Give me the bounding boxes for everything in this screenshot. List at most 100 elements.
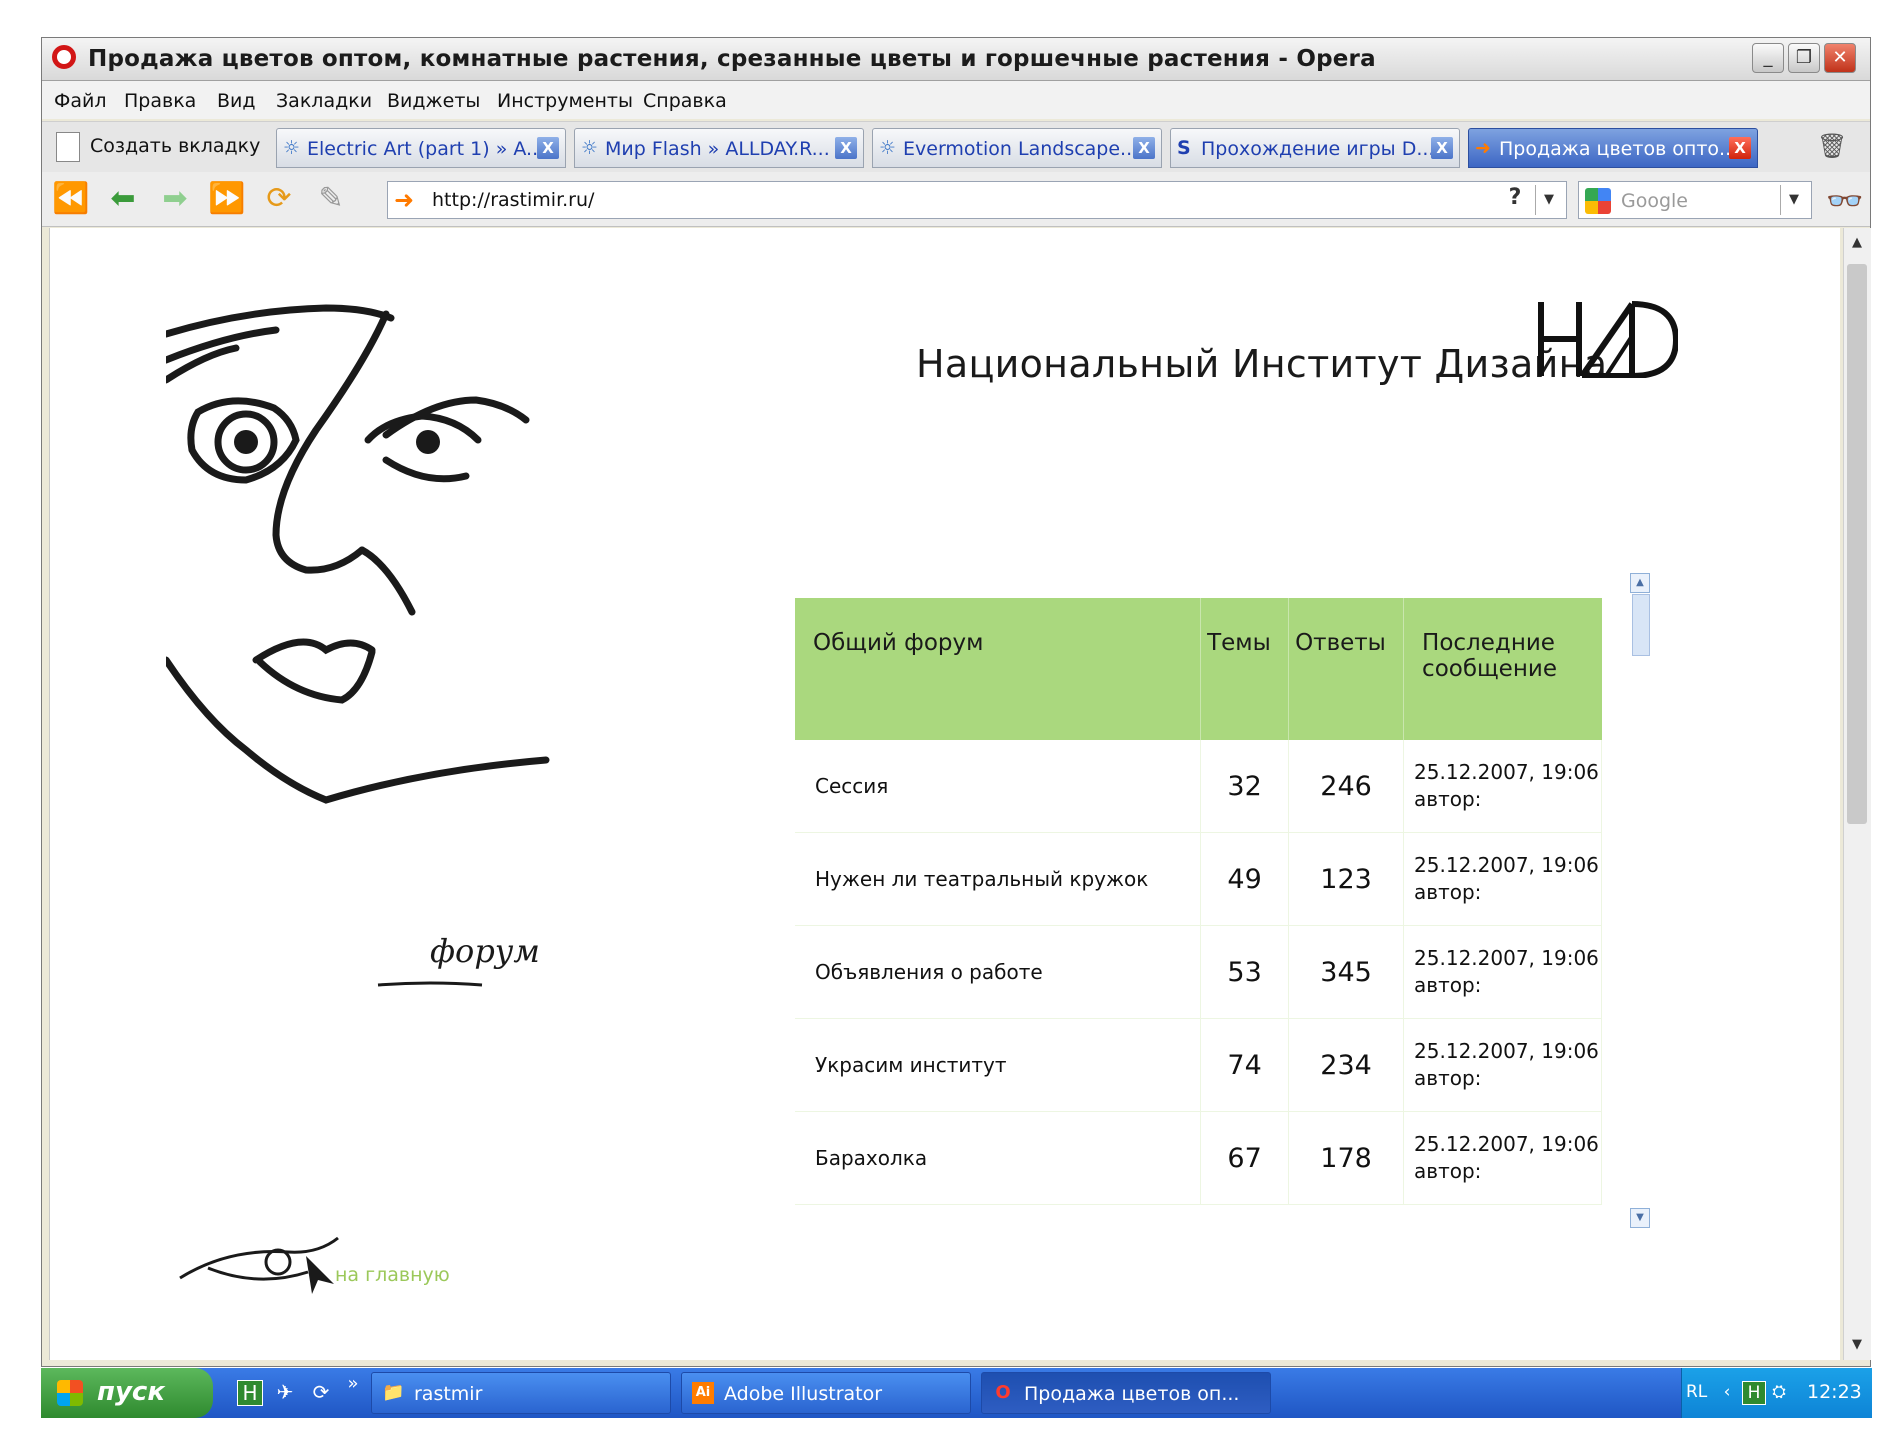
illustrator-icon: Ai — [692, 1382, 714, 1404]
arrow-icon: ➜ — [394, 186, 415, 214]
google-icon — [1585, 188, 1611, 214]
last-post-date: 25.12.2007, 19:06 — [1414, 853, 1599, 877]
replies-count: 246 — [1288, 740, 1405, 833]
task-label: Продажа цветов оп... — [1024, 1383, 1240, 1405]
help-icon[interactable]: ? — [1500, 185, 1530, 215]
forum-link[interactable]: Барахолка — [795, 1111, 1202, 1205]
window-title: Продажа цветов оптом, комнатные растения… — [88, 46, 1376, 72]
tab-label: Electric Art (part 1) » A... — [307, 138, 545, 160]
tab-electric-art[interactable]: ☼ Electric Art (part 1) » A... X — [276, 128, 566, 168]
minimize-button[interactable]: _ — [1752, 43, 1784, 73]
tray-back-icon[interactable]: ‹ — [1716, 1381, 1738, 1403]
quicklaunch-network-icon[interactable]: ✈ — [273, 1380, 297, 1404]
sunrise-icon: ☼ — [283, 137, 301, 159]
tab-label: Мир Flash » ALLDAY.R... — [605, 138, 830, 160]
fast-forward-icon[interactable]: ⏩ — [208, 182, 246, 216]
last-post: 25.12.2007, 19:06 автор: — [1403, 925, 1602, 1019]
forum-table: Общий форум Темы Ответы Последние сообще… — [795, 598, 1602, 1205]
chevron-down-icon[interactable]: ▼ — [1780, 185, 1807, 215]
task-rastmir[interactable]: 📁 rastmir — [371, 1372, 671, 1414]
forum-link[interactable]: Сессия — [795, 740, 1202, 833]
forward-icon[interactable]: ➡ — [156, 182, 194, 216]
forum-table-header: Общий форум Темы Ответы Последние сообще… — [795, 598, 1602, 740]
tab-close-icon[interactable]: X — [1729, 137, 1751, 159]
restore-button[interactable]: ❐ — [1788, 43, 1820, 73]
table-row: Сессия 32 246 25.12.2007, 19:06 автор: — [795, 740, 1602, 833]
last-post-date: 25.12.2007, 19:06 — [1414, 1039, 1599, 1063]
table-row: Украсим институт 74 234 25.12.2007, 19:0… — [795, 1018, 1602, 1112]
chevron-down-icon[interactable]: ▼ — [1535, 185, 1562, 215]
menu-tools[interactable]: Инструменты — [497, 90, 633, 112]
edit-icon[interactable]: ✎ — [312, 182, 350, 216]
scroll-up-icon[interactable]: ▲ — [1846, 232, 1868, 254]
tab-label: Продажа цветов опто... — [1499, 138, 1738, 160]
tab-bar: Создать вкладку ☼ Electric Art (part 1) … — [42, 121, 1870, 172]
page-scrollbar[interactable]: ▲ ▼ — [1843, 228, 1871, 1360]
last-post: 25.12.2007, 19:06 автор: — [1403, 740, 1602, 833]
forum-link[interactable]: Украсим институт — [795, 1018, 1202, 1112]
quicklaunch-app-icon[interactable]: H — [237, 1380, 263, 1406]
url-field[interactable]: ➜ http://rastimir.ru/ ? ▼ — [387, 181, 1567, 219]
table-row: Объявления о работе 53 345 25.12.2007, 1… — [795, 925, 1602, 1019]
tab-close-icon[interactable]: X — [1133, 137, 1155, 159]
menu-view[interactable]: Вид — [217, 90, 256, 112]
scroll-down-icon[interactable]: ▼ — [1846, 1334, 1868, 1356]
language-indicator[interactable]: RL — [1686, 1382, 1707, 1402]
folder-icon: 📁 — [382, 1382, 405, 1403]
tab-walkthrough[interactable]: S Прохождение игры D... X — [1170, 128, 1460, 168]
taskbar: пуск H ✈ ⟳ » 📁 rastmir Ai Adobe Illustra… — [41, 1368, 1872, 1418]
eye-drawing — [179, 1236, 339, 1294]
quicklaunch-refresh-icon[interactable]: ⟳ — [309, 1380, 333, 1404]
last-post-author: автор: — [1414, 787, 1482, 811]
table-scroll-up-icon[interactable]: ▲ — [1630, 573, 1650, 593]
tab-close-icon[interactable]: X — [1431, 137, 1453, 159]
topics-count: 49 — [1200, 832, 1290, 926]
system-tray: RL ‹ H ⛭ 12:23 — [1681, 1368, 1872, 1418]
last-post: 25.12.2007, 19:06 автор: — [1403, 1018, 1602, 1112]
tab-flowers-active[interactable]: ➜ Продажа цветов опто... X — [1468, 128, 1758, 168]
replies-count: 123 — [1288, 832, 1405, 926]
new-tab-label: Создать вкладку — [90, 135, 261, 157]
tab-close-icon[interactable]: X — [835, 137, 857, 159]
menu-file[interactable]: Файл — [54, 90, 107, 112]
forum-signature-link[interactable]: форум — [430, 932, 540, 970]
menu-widgets[interactable]: Виджеты — [387, 90, 480, 112]
search-input[interactable]: Google ▼ — [1578, 181, 1812, 219]
task-illustrator[interactable]: Ai Adobe Illustrator — [681, 1372, 971, 1414]
topics-count: 74 — [1200, 1018, 1290, 1112]
menu-help[interactable]: Справка — [643, 90, 727, 112]
task-label: rastmir — [414, 1383, 483, 1405]
back-icon[interactable]: ⬅ — [104, 182, 142, 216]
reload-icon[interactable]: ⟳ — [260, 182, 298, 216]
task-opera[interactable]: O Продажа цветов оп... — [981, 1372, 1271, 1414]
tab-evermotion[interactable]: ☼ Evermotion Landscape... X — [872, 128, 1162, 168]
table-row: Барахолка 67 178 25.12.2007, 19:06 автор: — [795, 1111, 1602, 1205]
trash-icon[interactable]: 🗑 — [1817, 132, 1847, 162]
tab-close-icon[interactable]: X — [537, 137, 559, 159]
table-scroll-thumb[interactable] — [1632, 594, 1650, 656]
arrow-icon: ➜ — [1475, 137, 1491, 159]
topics-count: 53 — [1200, 925, 1290, 1019]
glasses-icon[interactable]: 👓 — [1826, 184, 1863, 219]
tray-app-icon[interactable]: H — [1742, 1381, 1766, 1405]
start-button[interactable]: пуск — [41, 1368, 213, 1418]
address-toolbar: ⏪ ⬅ ➡ ⏩ ⟳ ✎ ➜ http://rastimir.ru/ ? ▼ Go… — [42, 172, 1870, 227]
table-scroll-down-icon[interactable]: ▼ — [1630, 1208, 1650, 1228]
windows-logo-icon — [57, 1380, 83, 1406]
tray-network-icon[interactable]: ⛭ — [1768, 1381, 1790, 1403]
menu-edit[interactable]: Правка — [124, 90, 196, 112]
menu-bookmarks[interactable]: Закладки — [276, 90, 372, 112]
forum-link[interactable]: Объявления о работе — [795, 925, 1202, 1019]
scroll-thumb[interactable] — [1847, 264, 1867, 824]
task-label: Adobe Illustrator — [724, 1383, 883, 1405]
home-link[interactable]: на главную — [335, 1264, 450, 1286]
tab-mir-flash[interactable]: ☼ Мир Flash » ALLDAY.R... X — [574, 128, 864, 168]
rewind-icon[interactable]: ⏪ — [52, 182, 90, 216]
forum-link[interactable]: Нужен ли театральный кружок — [795, 832, 1202, 926]
search-placeholder: Google — [1621, 190, 1689, 212]
col-header-topics: Темы — [1200, 598, 1290, 740]
col-header-replies: Ответы — [1288, 598, 1405, 740]
last-post-date: 25.12.2007, 19:06 — [1414, 760, 1599, 784]
quicklaunch-more-icon[interactable]: » — [341, 1372, 365, 1396]
close-window-button[interactable]: ✕ — [1824, 43, 1856, 73]
